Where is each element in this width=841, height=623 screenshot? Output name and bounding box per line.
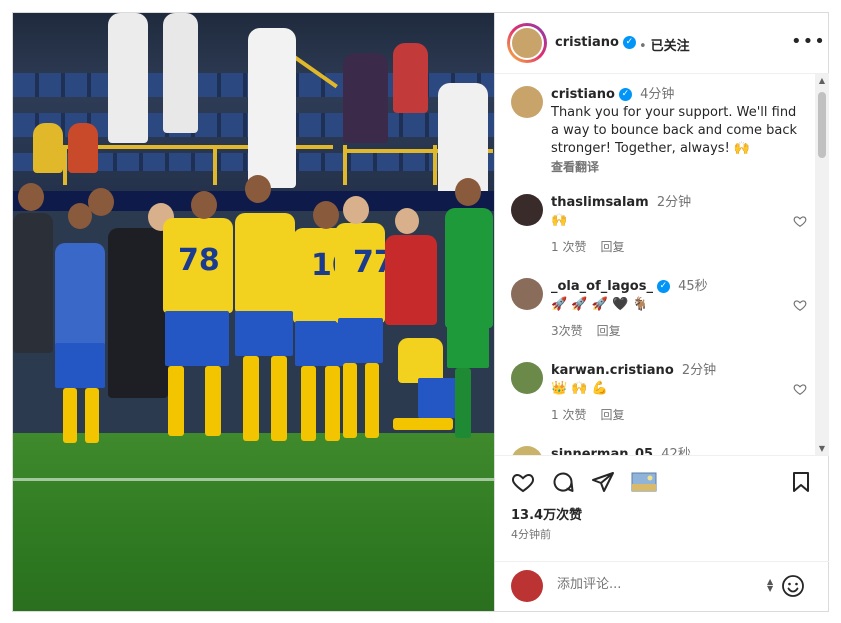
post-header: cristiano ✓ • 已关注 •••	[495, 13, 829, 74]
scroll-thumb[interactable]	[818, 92, 826, 158]
comment-avatar[interactable]	[511, 362, 543, 394]
comment-icon[interactable]	[551, 470, 575, 494]
spectator	[163, 13, 198, 133]
post-photo[interactable]: 78 10 77	[13, 13, 494, 611]
verified-icon: ✓	[618, 88, 632, 101]
heart-icon[interactable]	[793, 382, 807, 396]
comment-username[interactable]: sinnerman_05	[551, 447, 653, 455]
spectator	[33, 123, 63, 173]
comment-time: 2分钟	[681, 363, 717, 378]
comment-username[interactable]: karwan.cristiano	[551, 363, 674, 378]
author-username[interactable]: cristiano ✓	[555, 35, 636, 50]
spectator	[343, 53, 388, 143]
share-icon[interactable]	[591, 470, 615, 494]
bookmark-icon[interactable]	[789, 470, 813, 494]
add-comment-bar: ▲▼	[495, 561, 829, 611]
heart-icon[interactable]	[793, 298, 807, 312]
post-panel: cristiano ✓ • 已关注 ••• cristiano ✓ 4分钟 Thank…	[494, 13, 829, 611]
comment-avatar[interactable]	[511, 278, 543, 310]
heart-icon[interactable]	[511, 470, 535, 494]
comment-avatar[interactable]	[511, 446, 543, 455]
verified-icon: ✓	[656, 280, 670, 293]
comment-likes[interactable]: 1 次赞	[551, 240, 586, 254]
caption-username[interactable]: cristiano	[551, 87, 615, 102]
pitch	[13, 433, 494, 611]
spectator	[248, 28, 296, 188]
railing	[343, 145, 347, 185]
translate-link[interactable]: 查看翻译	[551, 160, 599, 174]
comment-time: 45秒	[678, 279, 708, 294]
comment-username[interactable]: _ola_of_lagos_	[551, 279, 653, 294]
railing	[433, 145, 437, 185]
scroll-up-icon[interactable]: ▲	[817, 76, 827, 85]
comment-username[interactable]: thaslimsalam	[551, 195, 649, 210]
railing	[63, 145, 67, 185]
reply-button[interactable]: 回复	[600, 240, 624, 254]
comment-likes[interactable]: 1 次赞	[551, 408, 586, 422]
comments-scrollbar[interactable]: ▲ ▼	[815, 74, 829, 455]
comment-time: 2分钟	[656, 195, 692, 210]
spectator	[108, 13, 148, 143]
reply-button[interactable]: 回复	[597, 324, 621, 338]
more-icon[interactable]: •••	[791, 31, 826, 52]
spectator	[68, 123, 98, 173]
reply-button[interactable]: 回复	[600, 408, 624, 422]
pitch-line	[13, 478, 494, 481]
comment-text: 🚀 🚀 🚀 🖤 🐐	[551, 297, 649, 312]
comment-time: 42秒	[661, 447, 691, 455]
verified-icon: ✓	[622, 36, 636, 49]
following-button[interactable]: • 已关注	[639, 35, 690, 54]
scroll-down-icon[interactable]: ▼	[817, 444, 827, 453]
user-avatar	[511, 570, 543, 602]
comment-text: 🙌	[551, 213, 568, 228]
post-actions: 13.4万次赞 4分钟前	[495, 455, 829, 561]
caption-avatar[interactable]	[511, 86, 543, 118]
railing	[213, 145, 217, 185]
caption-text: Thank you for your support. We'll find a…	[551, 105, 798, 156]
emoji-icon[interactable]	[781, 574, 805, 598]
comment-text: 👑 🙌 💪	[551, 381, 608, 396]
spectator	[393, 43, 428, 113]
comment-likes[interactable]: 3次赞	[551, 324, 583, 338]
author-avatar[interactable]	[507, 23, 547, 63]
caption-time: 4分钟	[640, 87, 675, 102]
heart-icon[interactable]	[793, 214, 807, 228]
posted-time: 4分钟前	[511, 528, 551, 541]
image-icon[interactable]	[631, 470, 657, 494]
comment-avatar[interactable]	[511, 194, 543, 226]
stepper-icon[interactable]: ▲ ▼	[767, 578, 773, 593]
comments-list[interactable]: cristiano ✓ 4分钟 Thank you for your suppor…	[495, 74, 829, 455]
likes-count[interactable]: 13.4万次赞	[511, 504, 582, 523]
post-modal: 78 10 77 cristiano ✓ • 已关注 ••• cristiano…	[12, 12, 829, 612]
comment-input[interactable]	[555, 576, 759, 593]
